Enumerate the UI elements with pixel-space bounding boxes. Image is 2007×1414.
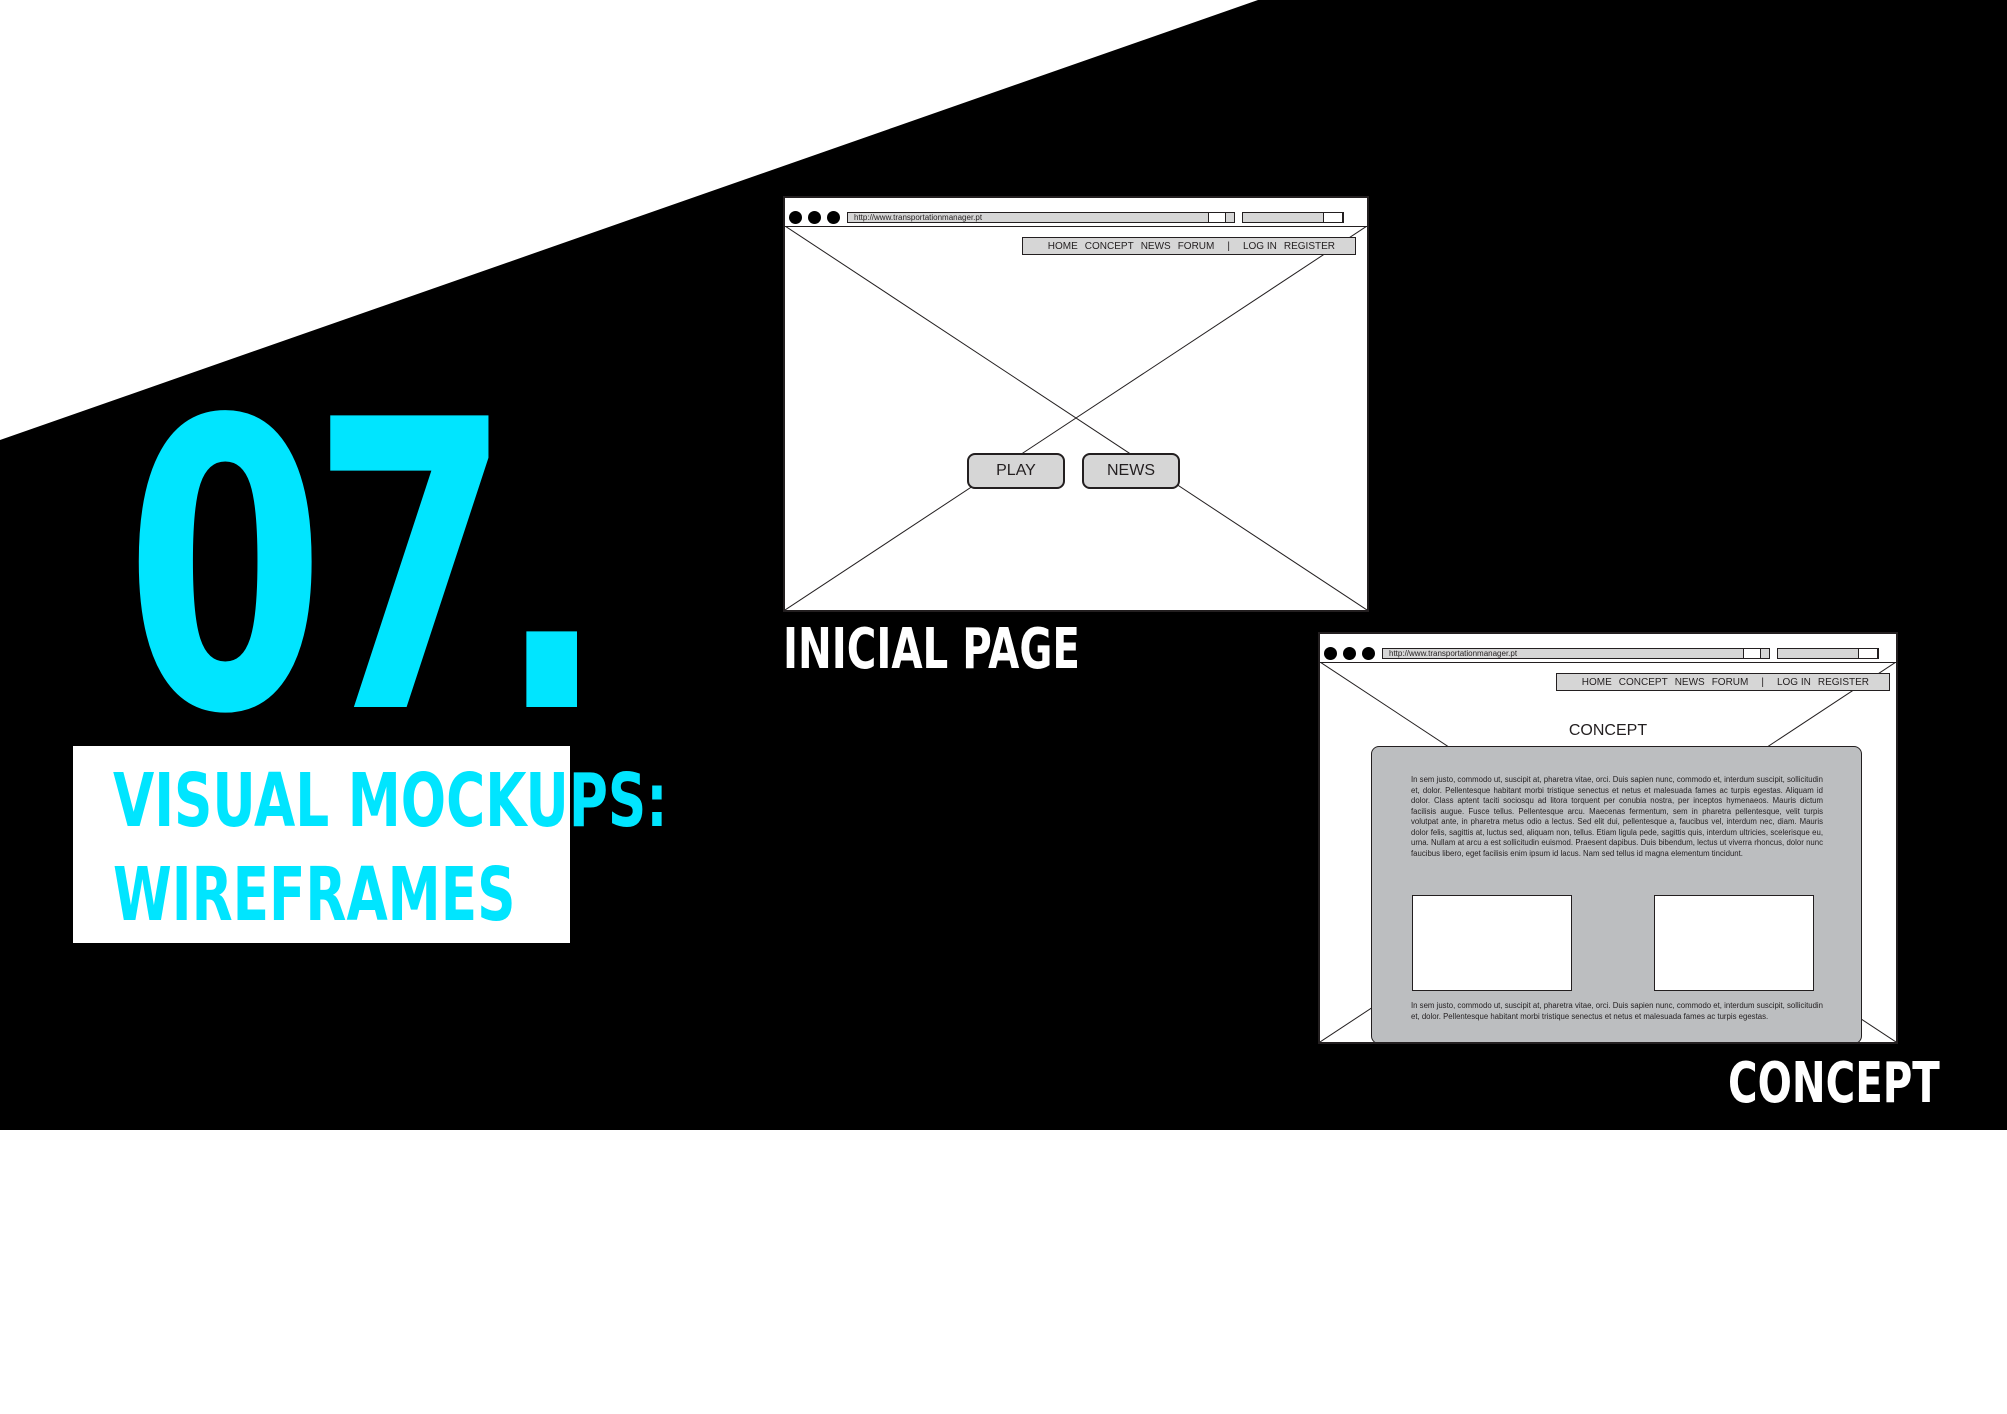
content-panel: In sem justo, commodo ut, suscipit at, p… [1371, 746, 1862, 1042]
window-dot-icon [1362, 647, 1375, 660]
browser-address-bar: http://www.transportationmanager.pt [785, 208, 1367, 227]
nav-forum: FORUM [1711, 676, 1749, 688]
nav-home: HOME [1581, 676, 1612, 688]
search-button-box [1323, 212, 1343, 223]
caption-inicial-page: INICIAL PAGE [783, 617, 1080, 682]
nav-menu: HOME CONCEPT NEWS FORUM | LOG IN REGISTE… [1556, 673, 1890, 691]
nav-forum: FORUM [1177, 240, 1215, 252]
search-button-box [1858, 648, 1878, 659]
concept-paragraph-1: In sem justo, commodo ut, suscipit at, p… [1411, 775, 1823, 858]
image-placeholder-right [1654, 895, 1814, 991]
nav-concept: CONCEPT [1618, 676, 1668, 688]
section-title-line-1: VISUAL MOCKUPS: [113, 758, 668, 844]
window-dot-icon [808, 211, 821, 224]
image-placeholder-cross [785, 226, 1367, 610]
window-controls [1324, 647, 1375, 660]
nav-divider: | [1227, 240, 1230, 252]
nav-login: LOG IN [1776, 676, 1811, 688]
url-field: http://www.transportationmanager.pt [1382, 648, 1770, 659]
window-dot-icon [1343, 647, 1356, 660]
wireframe-inicial-page: http://www.transportationmanager.pt HOME… [783, 196, 1369, 612]
nav-home: HOME [1047, 240, 1078, 252]
wireframe-concept-page: http://www.transportationmanager.pt HOME… [1318, 632, 1898, 1044]
nav-news: NEWS [1674, 676, 1705, 688]
nav-login: LOG IN [1242, 240, 1277, 252]
section-title-line-2: WIREFRAMES [113, 852, 516, 938]
nav-register: REGISTER [1817, 676, 1869, 688]
url-go-box [1743, 648, 1761, 659]
nav-divider: | [1761, 676, 1764, 688]
window-dot-icon [1324, 647, 1337, 660]
window-controls [789, 211, 840, 224]
url-field: http://www.transportationmanager.pt [847, 212, 1235, 223]
nav-register: REGISTER [1283, 240, 1335, 252]
concept-heading: CONCEPT [1568, 722, 1648, 739]
window-dot-icon [827, 211, 840, 224]
section-title-box: VISUAL MOCKUPS: WIREFRAMES [73, 746, 668, 943]
caption-concept: CONCEPT [1728, 1051, 1940, 1116]
nav-concept: CONCEPT [1084, 240, 1134, 252]
section-number: 07. [125, 337, 606, 802]
nav-menu: HOME CONCEPT NEWS FORUM | LOG IN REGISTE… [1022, 237, 1356, 255]
nav-news: NEWS [1140, 240, 1171, 252]
concept-paragraph-2: In sem justo, commodo ut, suscipit at, p… [1411, 1001, 1823, 1021]
play-button: PLAY [967, 453, 1065, 489]
news-button: NEWS [1082, 453, 1180, 489]
window-dot-icon [789, 211, 802, 224]
url-go-box [1208, 212, 1226, 223]
image-placeholder-left [1412, 895, 1572, 991]
browser-address-bar: http://www.transportationmanager.pt [1320, 644, 1896, 663]
